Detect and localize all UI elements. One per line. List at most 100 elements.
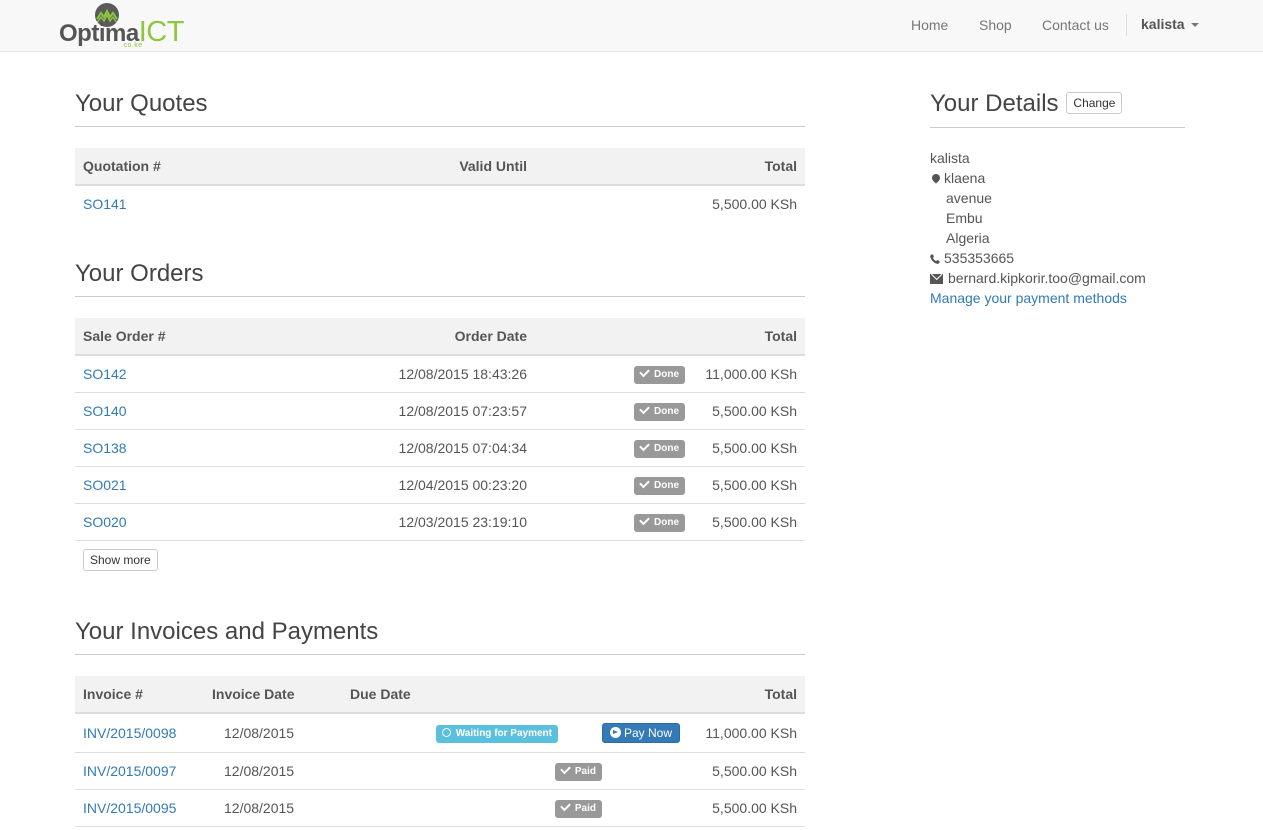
pay-now-button[interactable]: Pay Now (601, 722, 680, 743)
nav-shop[interactable]: Shop (979, 0, 1012, 50)
details-title: Your Details (930, 90, 1059, 117)
order-link[interactable]: SO021 (83, 477, 127, 493)
column-header: Total (680, 676, 805, 714)
status-badge: Done (634, 439, 685, 458)
user-name: kalista (1141, 16, 1185, 32)
customer-name: kalista (930, 150, 970, 166)
brand-logo[interactable]: OptimaICT .co.ke (59, 0, 199, 52)
table-row: SO142 12/08/2015 18:43:26 Done 11,000.00… (75, 355, 805, 393)
invoices-title: Your Invoices and Payments (75, 618, 379, 645)
check-icon (639, 477, 650, 488)
table-row: SO020 12/03/2015 23:19:10 Done 5,500.00 … (75, 503, 805, 541)
map-marker-icon (930, 172, 942, 184)
phone-line: 535353665 (930, 248, 1146, 268)
invoice-date: 12/08/2015 (200, 752, 330, 790)
address-line-2: avenue (946, 190, 992, 206)
address-line-1: klaena (930, 168, 1146, 188)
nav-contact-us[interactable]: Contact us (1042, 0, 1109, 50)
status-badge: Paid (554, 799, 602, 818)
address-city: Embu (946, 210, 983, 226)
quotes-title: Your Quotes (75, 90, 208, 117)
order-link[interactable]: SO138 (83, 440, 127, 456)
column-header: Invoice Date (200, 676, 330, 714)
details-panel: kalista klaena avenue Embu Algeria 53535… (930, 148, 1146, 308)
order-date: 12/03/2015 23:19:10 (215, 503, 535, 541)
column-header: Order Date (215, 318, 535, 356)
invoice-total: 5,500.00 KSh (680, 789, 805, 827)
status-badge: Done (634, 402, 685, 421)
order-total: 11,000.00 KSh (685, 355, 805, 393)
invoice-link[interactable]: INV/2015/0098 (83, 725, 176, 741)
orders-title: Your Orders (75, 260, 204, 287)
orders-table: Sale Order # Order Date Total SO142 12/0… (75, 318, 805, 541)
orders-section-title: Your Orders (75, 260, 805, 297)
check-icon (639, 514, 650, 525)
column-header: Invoice # (75, 676, 200, 714)
order-link[interactable]: SO020 (83, 514, 127, 530)
invoices-table: Invoice # Invoice Date Due Date Total IN… (75, 676, 805, 827)
column-header: Sale Order # (75, 318, 215, 356)
order-date: 12/08/2015 18:43:26 (215, 355, 535, 393)
status-badge: Paid (554, 762, 602, 781)
quote-valid-until (215, 185, 535, 222)
table-header-row: Sale Order # Order Date Total (75, 318, 805, 356)
order-date: 12/08/2015 07:23:57 (215, 392, 535, 430)
show-more-button[interactable]: Show more (83, 549, 158, 571)
caret-down-icon (1190, 23, 1199, 28)
order-date: 12/08/2015 07:04:34 (215, 429, 535, 467)
column-header: Valid Until (215, 148, 535, 186)
nav-divider (1126, 14, 1127, 36)
change-details-button[interactable]: Change (1066, 92, 1123, 114)
status-badge: Done (634, 476, 685, 495)
phone-icon (930, 254, 940, 264)
order-link[interactable]: SO142 (83, 366, 127, 382)
check-icon (639, 403, 650, 414)
table-row: SO141 5,500.00 KSh (75, 185, 805, 222)
nav-home[interactable]: Home (911, 0, 948, 50)
invoices-section-title: Your Invoices and Payments (75, 618, 805, 655)
address-country: Algeria (946, 230, 990, 246)
check-icon (560, 763, 571, 774)
details-section-title: Your Details Change (930, 90, 1185, 128)
table-row: SO138 12/08/2015 07:04:34 Done 5,500.00 … (75, 429, 805, 467)
status-badge: Waiting for Payment (435, 724, 558, 743)
arrow-circle-right-icon (609, 726, 621, 738)
quote-link[interactable]: SO141 (83, 196, 127, 212)
table-row: INV/2015/0095 12/08/2015 Paid 5,500.00 K… (75, 789, 805, 827)
table-header-row: Quotation # Valid Until Total (75, 148, 805, 186)
table-row: SO021 12/04/2015 00:23:20 Done 5,500.00 … (75, 466, 805, 504)
check-icon (639, 440, 650, 451)
email-line: bernard.kipkorir.too@gmail.com (930, 268, 1146, 288)
envelope-icon (930, 274, 943, 284)
manage-payment-methods-link[interactable]: Manage your payment methods (930, 290, 1127, 306)
invoice-date: 12/08/2015 (200, 789, 330, 827)
quote-total: 5,500.00 KSh (712, 196, 797, 212)
check-icon (560, 800, 571, 811)
table-row: INV/2015/0097 12/08/2015 Paid 5,500.00 K… (75, 752, 805, 790)
order-total: 5,500.00 KSh (685, 392, 805, 430)
status-badge: Done (634, 513, 685, 532)
quotes-section-title: Your Quotes (75, 90, 805, 127)
table-row: SO140 12/08/2015 07:23:57 Done 5,500.00 … (75, 392, 805, 430)
table-row: INV/2015/0098 12/08/2015 Waiting for Pay… (75, 713, 805, 753)
clock-icon (441, 727, 451, 737)
column-header: Due Date (330, 676, 560, 714)
quotes-table: Quotation # Valid Until Total SO141 5,50… (75, 148, 805, 222)
order-total: 5,500.00 KSh (685, 429, 805, 467)
invoice-total: 5,500.00 KSh (680, 752, 805, 790)
status-badge: Done (634, 365, 685, 384)
brand-domain: .co.ke (121, 42, 143, 49)
order-total: 5,500.00 KSh (685, 466, 805, 504)
user-menu[interactable]: kalista (1141, 16, 1199, 32)
check-icon (639, 366, 650, 378)
invoice-link[interactable]: INV/2015/0097 (83, 763, 176, 779)
order-link[interactable]: SO140 (83, 403, 127, 419)
column-header: Total (535, 148, 805, 186)
column-header: Total (535, 318, 805, 356)
invoice-date: 12/08/2015 (200, 713, 330, 753)
invoice-link[interactable]: INV/2015/0095 (83, 800, 176, 816)
column-header: Quotation # (75, 148, 215, 186)
order-total: 5,500.00 KSh (685, 503, 805, 541)
invoice-total: 11,000.00 KSh (680, 713, 805, 753)
navbar: OptimaICT .co.ke Home Shop Contact us ka… (0, 0, 1263, 52)
